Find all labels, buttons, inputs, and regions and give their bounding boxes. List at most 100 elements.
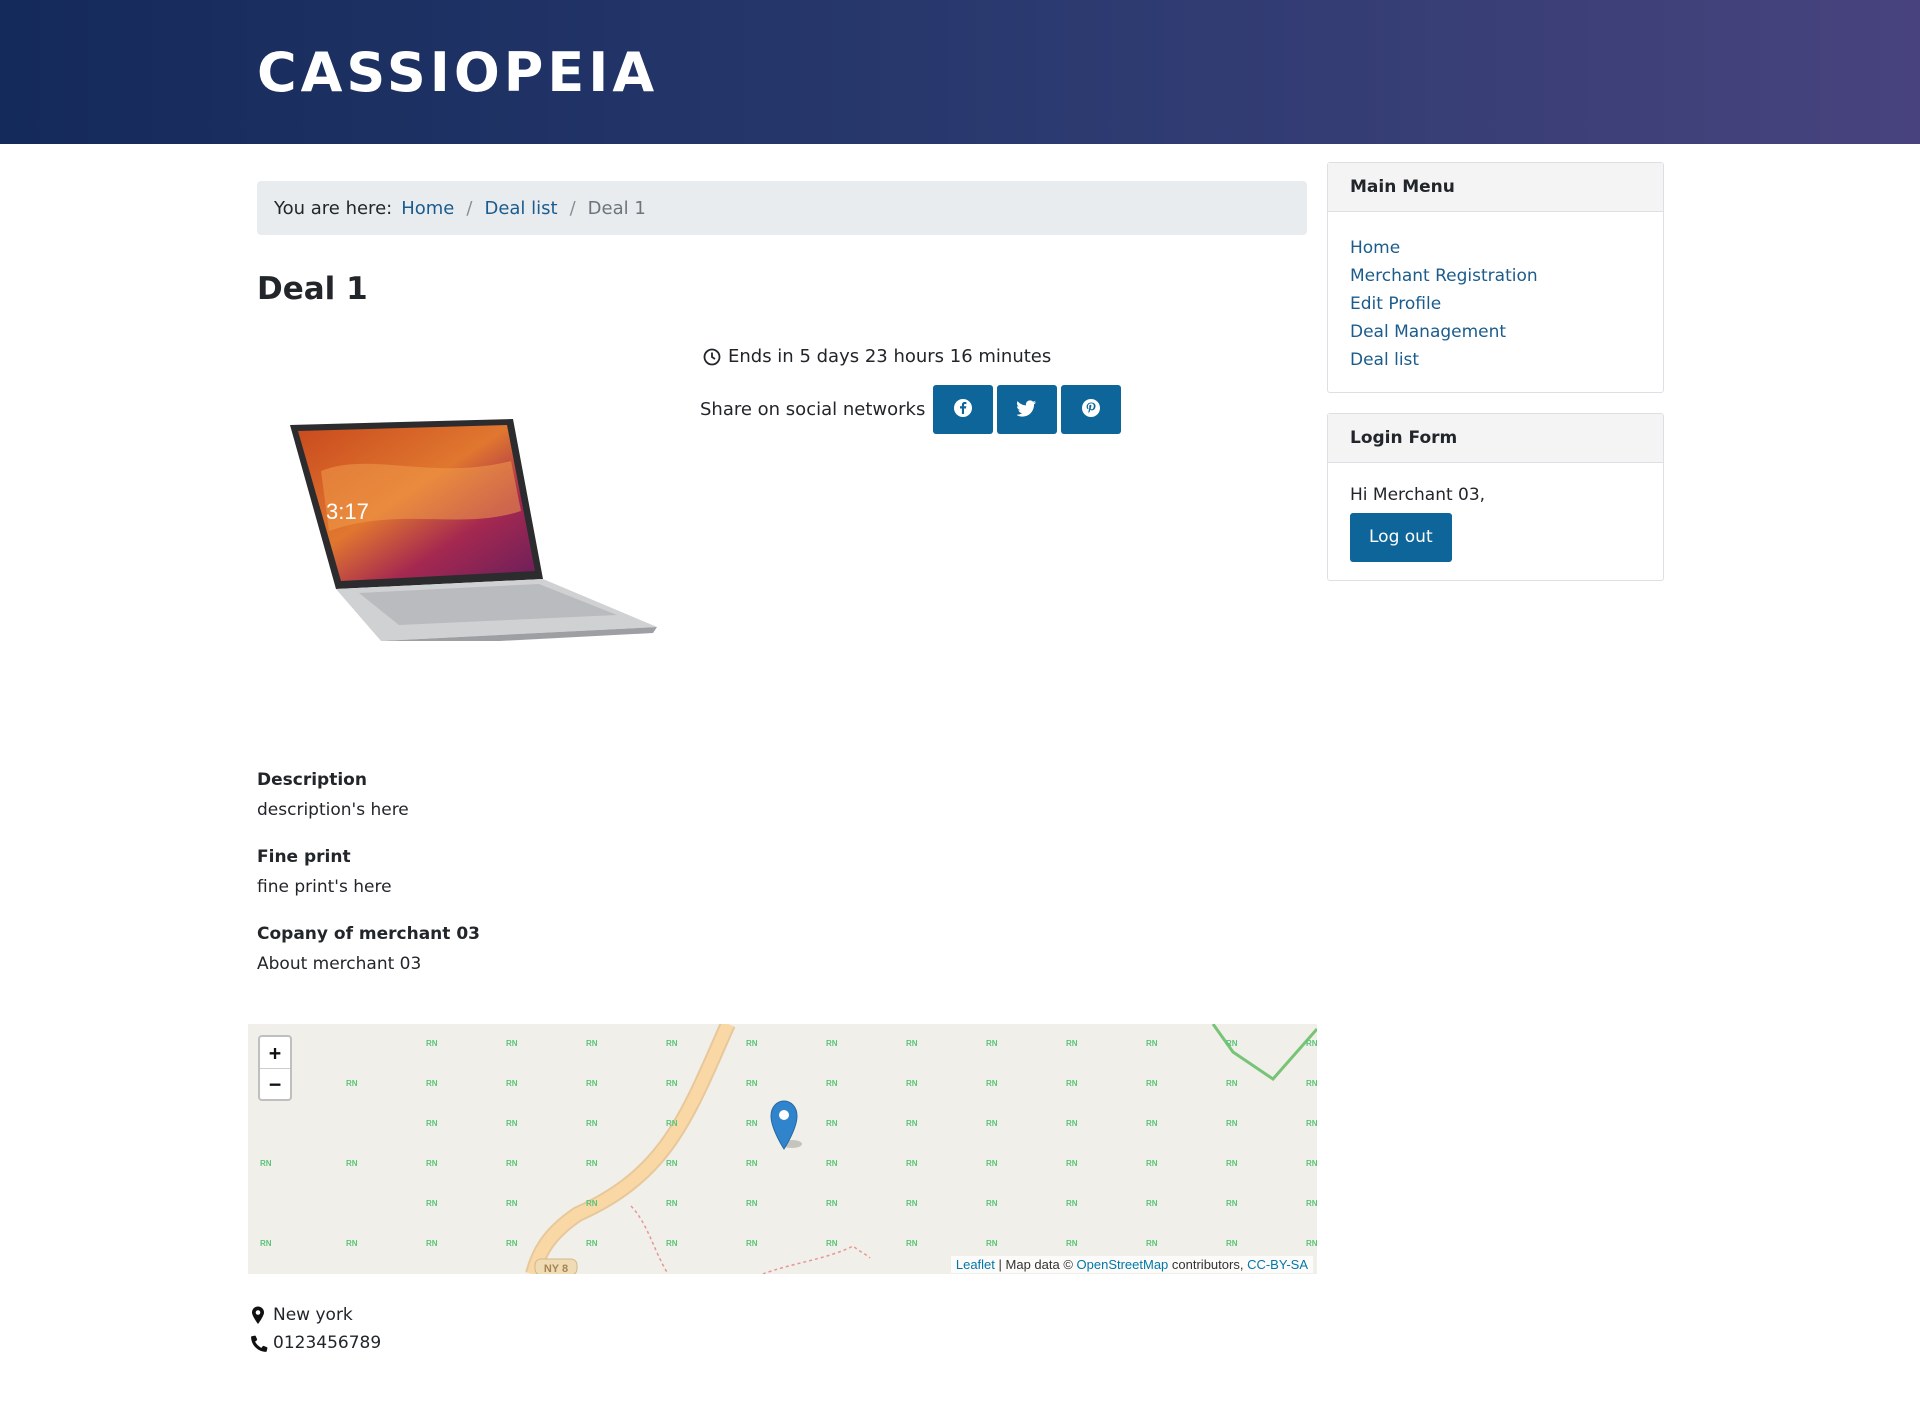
clock-icon	[703, 348, 721, 366]
license-link[interactable]: CC-BY-SA	[1247, 1257, 1308, 1272]
map-pin-icon[interactable]	[768, 1099, 808, 1156]
map-poi-label: RN	[826, 1159, 838, 1168]
map-poi-label: RN	[1306, 1199, 1317, 1208]
osm-link[interactable]: OpenStreetMap	[1077, 1257, 1169, 1272]
map-poi-label: RN	[906, 1119, 918, 1128]
map-poi-label: RN	[746, 1119, 758, 1128]
map-poi-label: RN	[1146, 1079, 1158, 1088]
site-header: CASSIOPEIA	[0, 0, 1920, 144]
map-poi-label: RN	[746, 1239, 758, 1248]
map-poi-label: RN	[986, 1079, 998, 1088]
map-poi-label: RN	[666, 1039, 678, 1048]
map-poi-label: RN	[506, 1079, 518, 1088]
map-poi-label: RN	[426, 1199, 438, 1208]
map-poi-label: RN	[1066, 1079, 1078, 1088]
map-poi-label: RN	[506, 1159, 518, 1168]
map-poi-label: RN	[746, 1159, 758, 1168]
fine-print-text: fine print's here	[257, 877, 392, 897]
greeting-text: Hi Merchant 03,	[1350, 485, 1486, 505]
map-poi-label: RN	[506, 1119, 518, 1128]
location-text: New york	[273, 1305, 353, 1325]
contact-info: New york 0123456789	[251, 1301, 381, 1357]
breadcrumb-separator: /	[569, 197, 576, 219]
map-poi-label: RN	[1066, 1119, 1078, 1128]
map-poi-label: RN	[986, 1119, 998, 1128]
map-poi-label: RN	[346, 1079, 358, 1088]
menu-item-deal-list[interactable]: Deal list	[1350, 350, 1419, 370]
facebook-icon	[953, 398, 973, 421]
map-poi-label: RN	[986, 1239, 998, 1248]
leaflet-link[interactable]: Leaflet	[956, 1257, 995, 1272]
deal-meta: Ends in 5 days 23 hours 16 minutes Share…	[700, 346, 1122, 434]
menu-item-merchant-registration[interactable]: Merchant Registration	[1350, 266, 1538, 286]
product-image: 3:17	[281, 411, 661, 647]
share-twitter-button[interactable]	[997, 385, 1058, 434]
map-poi-label: RN	[826, 1239, 838, 1248]
sidebar: Main Menu Home Merchant Registration Edi…	[1327, 162, 1664, 601]
map-poi-label: RN	[1306, 1239, 1317, 1248]
menu-item-edit-profile[interactable]: Edit Profile	[1350, 294, 1441, 314]
zoom-in-button[interactable]: +	[260, 1037, 290, 1068]
map-poi-label: RN	[826, 1199, 838, 1208]
map-poi-label: RN	[586, 1239, 598, 1248]
map-poi-label: RN	[1146, 1199, 1158, 1208]
map-poi-label: RN	[586, 1039, 598, 1048]
map-poi-label: RN	[586, 1159, 598, 1168]
breadcrumb-deal-list-link[interactable]: Deal list	[484, 198, 557, 219]
map-poi-label: RN	[1226, 1239, 1238, 1248]
map-poi-label: RN	[1066, 1159, 1078, 1168]
menu-item-deal-management[interactable]: Deal Management	[1350, 322, 1506, 342]
page-title: Deal 1	[257, 271, 368, 307]
map-poi-label: RN	[666, 1159, 678, 1168]
map-poi-label: RN	[826, 1079, 838, 1088]
svg-text:3:17: 3:17	[326, 499, 369, 524]
zoom-out-button[interactable]: −	[260, 1068, 290, 1099]
map-poi-label: RN	[426, 1119, 438, 1128]
map-poi-label: RN	[1226, 1079, 1238, 1088]
menu-item-home[interactable]: Home	[1350, 238, 1400, 258]
phone-icon	[251, 1335, 273, 1352]
site-logo[interactable]: CASSIOPEIA	[257, 46, 658, 100]
fine-print-heading: Fine print	[257, 847, 351, 867]
map-poi-label: RN	[986, 1159, 998, 1168]
share-facebook-button[interactable]	[933, 385, 994, 434]
login-form-title: Login Form	[1328, 414, 1663, 463]
logout-button[interactable]: Log out	[1350, 513, 1452, 562]
map-poi-label: RN	[260, 1159, 272, 1168]
deal-info: Description description's here Fine prin…	[257, 770, 857, 1001]
twitter-icon	[1016, 399, 1037, 420]
share-pinterest-button[interactable]	[1061, 385, 1122, 434]
svg-text:NY 8: NY 8	[544, 1263, 568, 1274]
map-poi-label: RN	[746, 1039, 758, 1048]
map-poi-label: RN	[666, 1079, 678, 1088]
map-poi-label: RN	[826, 1039, 838, 1048]
map-poi-label: RN	[986, 1039, 998, 1048]
breadcrumb-home-link[interactable]: Home	[401, 198, 454, 219]
description-heading: Description	[257, 770, 367, 790]
main-content: You are here: Home / Deal list / Deal 1 …	[257, 181, 1307, 974]
map-poi-label: RN	[506, 1239, 518, 1248]
map-poi-label: RN	[346, 1239, 358, 1248]
breadcrumb-current: Deal 1	[587, 197, 646, 219]
map-poi-label: RN	[586, 1079, 598, 1088]
breadcrumb-label: You are here:	[274, 197, 393, 219]
map-poi-label: RN	[666, 1239, 678, 1248]
map-poi-label: RN	[1146, 1119, 1158, 1128]
countdown: Ends in 5 days 23 hours 16 minutes	[703, 346, 1121, 367]
map-poi-label: RN	[1306, 1079, 1317, 1088]
map-poi-label: RN	[586, 1119, 598, 1128]
map-poi-label: RN	[906, 1159, 918, 1168]
map-poi-label: RN	[346, 1159, 358, 1168]
breadcrumb-separator: /	[466, 197, 473, 219]
map-poi-label: RN	[906, 1199, 918, 1208]
map-poi-label: RN	[426, 1039, 438, 1048]
company-about-text: About merchant 03	[257, 954, 422, 974]
map-poi-label: RN	[426, 1079, 438, 1088]
location-map[interactable]: RN RN RN RN RN RN RN RN RN RN RN RN RN RN RN RN RN RN RN RN…	[248, 1024, 1317, 1274]
map-poi-label: RN	[906, 1039, 918, 1048]
map-poi-label: RN	[1066, 1239, 1078, 1248]
map-poi-label: RN	[666, 1199, 678, 1208]
map-poi-label: RN	[426, 1159, 438, 1168]
description-text: description's here	[257, 800, 409, 820]
map-poi-label: RN	[1306, 1039, 1317, 1048]
